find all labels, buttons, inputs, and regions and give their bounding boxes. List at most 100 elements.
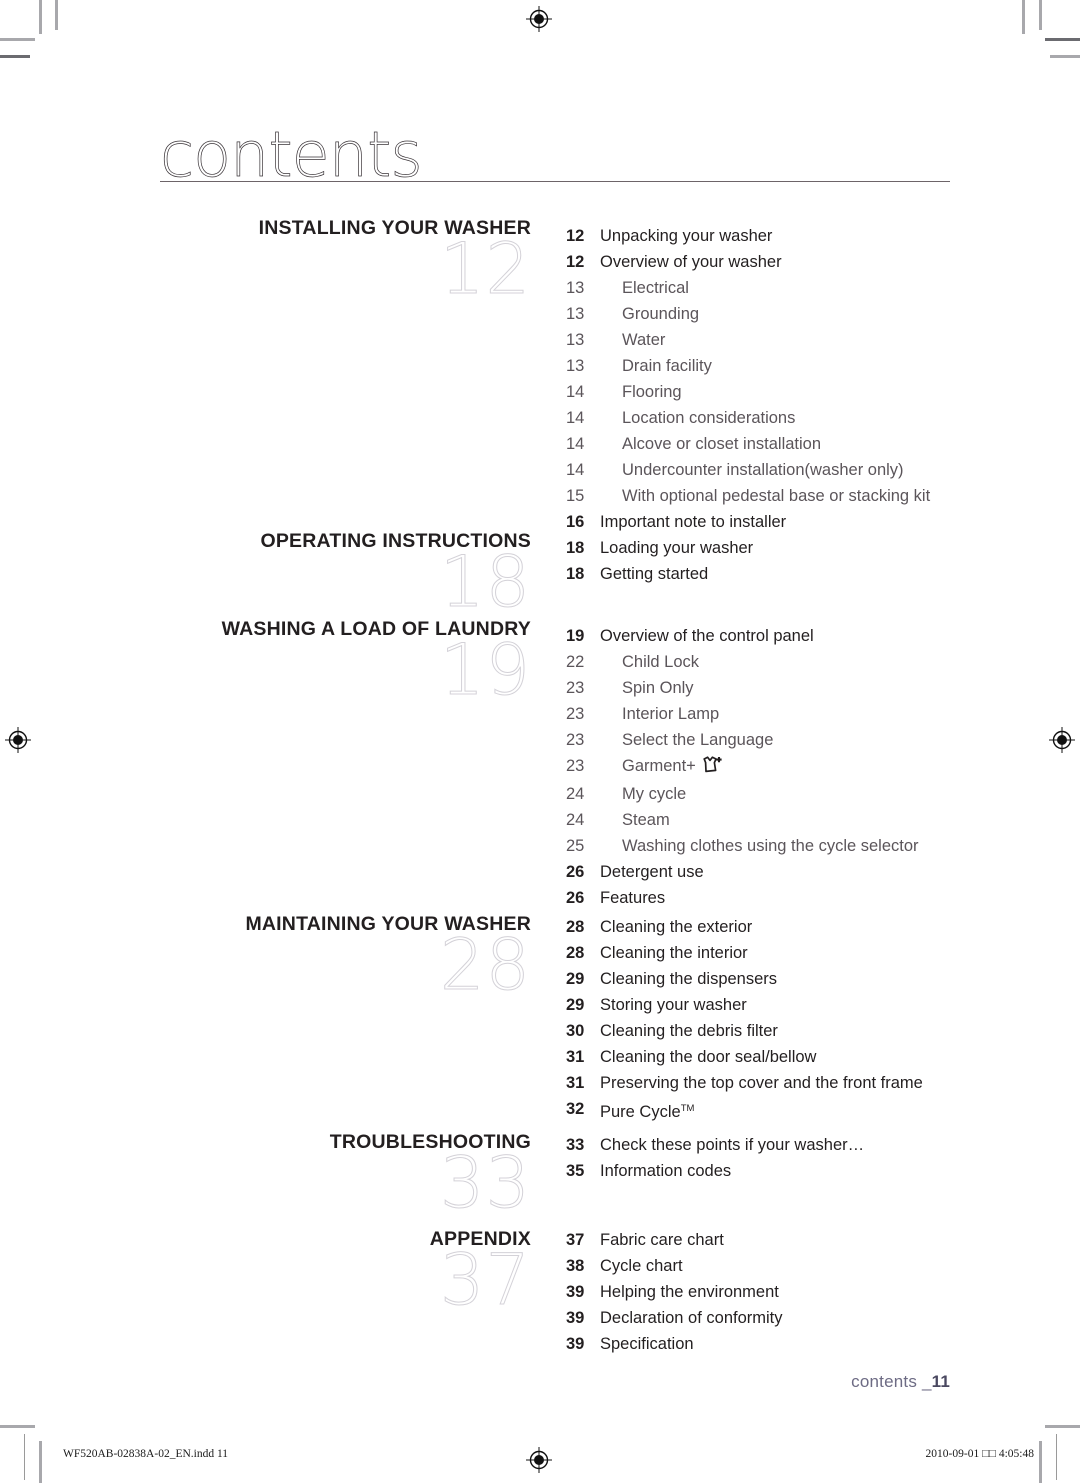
registration-mark-top — [526, 6, 552, 32]
registration-mark-right — [1049, 727, 1075, 753]
toc-entry-label: Important note to installer — [600, 509, 786, 535]
toc-entry[interactable]: 18 Getting started — [566, 561, 708, 587]
toc-entry[interactable]: 32 Pure CycleTM — [566, 1096, 694, 1122]
toc-entry-page: 28 — [566, 918, 585, 936]
toc-entry[interactable]: 14 Undercounter installation(washer only) — [566, 457, 904, 483]
toc-entry[interactable]: 24 My cycle — [566, 781, 686, 807]
toc-entry-label: Cleaning the door seal/bellow — [600, 1044, 816, 1070]
page-title-block: contents — [160, 123, 950, 192]
toc-entry-page: 30 — [566, 1022, 585, 1040]
toc-entry[interactable]: 24 Steam — [566, 807, 670, 833]
toc-entry-text: Garment+ — [622, 757, 696, 775]
toc-entry[interactable]: 13 Grounding — [566, 301, 699, 327]
toc-entry[interactable]: 29 Storing your washer — [566, 992, 747, 1018]
toc-entry[interactable]: 28 Cleaning the exterior — [566, 914, 752, 940]
print-footer-filename: WF520AB-02838A-02_EN.indd 11 — [63, 1448, 229, 1460]
toc-entry[interactable]: 31 Cleaning the door seal/bellow — [566, 1044, 816, 1070]
toc-entry-text: Overview of your washer — [600, 253, 782, 271]
toc-entry-text: Electrical — [622, 279, 689, 297]
toc-entry-label: Detergent use — [600, 859, 704, 885]
toc-entry[interactable]: 23 Select the Language — [566, 727, 773, 753]
toc-entry[interactable]: 22 Child Lock — [566, 649, 699, 675]
toc-entry-label: Storing your washer — [600, 992, 747, 1018]
toc-entry[interactable]: 14 Location considerations — [566, 405, 795, 431]
toc-entry-text: My cycle — [622, 785, 687, 803]
toc-entry[interactable]: 23 Interior Lamp — [566, 701, 719, 727]
toc-entry-label: Garment+ — [600, 753, 725, 779]
toc-entry-page: 26 — [566, 889, 585, 907]
toc-entry-page: 15 — [566, 487, 585, 505]
toc-entry-label: Specification — [600, 1331, 694, 1357]
toc-entry[interactable]: 31 Preserving the top cover and the front… — [566, 1070, 923, 1096]
crop-mark-top-right-v1 — [1022, 0, 1025, 34]
toc-entry-page: 37 — [566, 1231, 585, 1249]
toc-entry-text: Steam — [622, 811, 670, 829]
toc-entry-label: Water — [600, 327, 665, 353]
toc-entry-text: Cleaning the exterior — [600, 918, 753, 936]
toc-entry-page: 16 — [566, 513, 585, 531]
toc-entry-label: Spin Only — [600, 675, 694, 701]
toc-entry-label: Information codes — [600, 1158, 731, 1184]
toc-entry[interactable]: 33 Check these points if your washer… — [566, 1132, 864, 1158]
toc-entry[interactable]: 39 Helping the environment — [566, 1279, 779, 1305]
toc-entry-page: 23 — [566, 705, 585, 723]
toc-entry-label: Fabric care chart — [600, 1227, 724, 1253]
toc-entry-text: Preserving the top cover and the front f… — [600, 1074, 923, 1092]
toc-entry-label: Pure CycleTM — [600, 1096, 694, 1125]
toc-entry-page: 12 — [566, 253, 585, 271]
toc-entry-page: 26 — [566, 863, 585, 881]
crop-mark-top-left-v2 — [55, 0, 58, 30]
toc-entry[interactable]: 14 Flooring — [566, 379, 682, 405]
toc-entry[interactable]: 12 Unpacking your washer — [566, 223, 772, 249]
toc-entry[interactable]: 19 Overview of the control panel — [566, 623, 814, 649]
toc-entry[interactable]: 13 Electrical — [566, 275, 689, 301]
toc-entry-text: Alcove or closet installation — [622, 435, 822, 453]
toc-entry-text: Fabric care chart — [600, 1231, 724, 1249]
print-footer: WF520AB-02838A-02_EN.indd 11 2010-09-01 … — [0, 1448, 1080, 1478]
toc-entry[interactable]: 23 Garment+ — [566, 753, 725, 779]
toc-entry-page: 13 — [566, 305, 585, 323]
page-title: contents — [160, 118, 423, 191]
toc-entry-label: Steam — [600, 807, 670, 833]
toc-entry[interactable]: 18 Loading your washer — [566, 535, 753, 561]
toc-entry[interactable]: 26 Detergent use — [566, 859, 704, 885]
toc-entry[interactable]: 25 Washing clothes using the cycle select… — [566, 833, 919, 859]
toc-entry[interactable]: 30 Cleaning the debris filter — [566, 1018, 778, 1044]
toc-entry[interactable]: 39 Declaration of conformity — [566, 1305, 783, 1331]
toc-entry-label: Check these points if your washer… — [600, 1132, 864, 1158]
toc-entry[interactable]: 28 Cleaning the interior — [566, 940, 748, 966]
toc-entry[interactable]: 35 Information codes — [566, 1158, 731, 1184]
toc-entry[interactable]: 15 With optional pedestal base or stackin… — [566, 483, 930, 509]
toc-entry[interactable]: 13 Drain facility — [566, 353, 712, 379]
toc-entry-text: Pure Cycle — [600, 1103, 681, 1121]
toc-entry[interactable]: 26 Features — [566, 885, 665, 911]
toc-entry[interactable]: 37 Fabric care chart — [566, 1227, 724, 1253]
toc-entry-page: 18 — [566, 539, 585, 557]
toc-entry-text: Flooring — [622, 383, 682, 401]
toc-entry-page: 13 — [566, 357, 585, 375]
toc-entry-text: Information codes — [600, 1162, 732, 1180]
toc-entry-page: 28 — [566, 944, 585, 962]
toc-entry-label: Alcove or closet installation — [600, 431, 821, 457]
toc-entry[interactable]: 16 Important note to installer — [566, 509, 786, 535]
title-divider — [160, 181, 950, 182]
page-footer-number: 11 — [931, 1372, 950, 1391]
section-heading: TROUBLESHOOTING 33 — [111, 1131, 531, 1219]
toc-entry-text: Washing clothes using the cycle selector — [622, 837, 919, 855]
toc-entry[interactable]: 29 Cleaning the dispensers — [566, 966, 777, 992]
toc-entry-label: Cleaning the interior — [600, 940, 748, 966]
toc-entry-text: Important note to installer — [600, 513, 787, 531]
toc-entry[interactable]: 39 Specification — [566, 1331, 694, 1357]
toc-entry[interactable]: 38 Cycle chart — [566, 1253, 683, 1279]
toc-entry-page: 29 — [566, 970, 585, 988]
toc-entry-label: With optional pedestal base or stacking … — [600, 483, 930, 509]
toc-entry[interactable]: 13 Water — [566, 327, 665, 353]
toc-entry-label: Loading your washer — [600, 535, 753, 561]
toc-entry-page: 14 — [566, 409, 585, 427]
toc-entry[interactable]: 23 Spin Only — [566, 675, 694, 701]
toc-entry[interactable]: 12 Overview of your washer — [566, 249, 782, 275]
toc-entry[interactable]: 14 Alcove or closet installation — [566, 431, 821, 457]
toc-entry-label: Features — [600, 885, 665, 911]
toc-entry-page: 13 — [566, 279, 585, 297]
crop-mark-top-right-v2 — [1039, 0, 1042, 30]
